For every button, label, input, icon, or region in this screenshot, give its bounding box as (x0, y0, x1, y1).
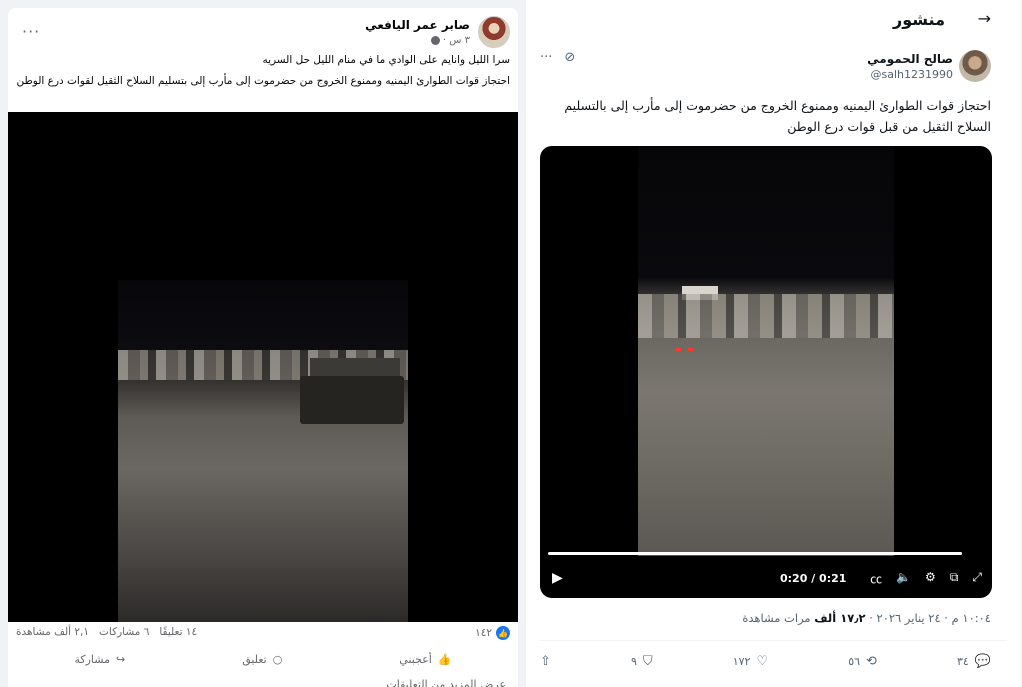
x-reply-button[interactable]: 💬 ٣٤ (957, 650, 991, 672)
fb-share-label: مشاركة (74, 652, 110, 666)
fb-reactions[interactable]: 👍 ١٤٢ (475, 626, 510, 640)
x-post-icons: ··· ⊘ (540, 50, 575, 65)
share-upload-icon: ⇧ (540, 653, 551, 669)
x-author-avatar[interactable] (959, 50, 991, 82)
share-arrow-icon: ↪ (116, 652, 126, 666)
fb-video-player[interactable]: 🔇 (8, 112, 518, 622)
x-video-control-icons: ㏄ 🔈 ⚙ ⧉ ⤢ (870, 570, 982, 587)
comment-bubble-icon: ○ (272, 652, 283, 666)
x-post-meta: ١٠:٠٤ م · ٢٤ يناير ٢٠٢٦ · ١٧٫٢ ألف مرات … (540, 611, 991, 625)
x-reply-count: ٣٤ (956, 654, 969, 668)
fb-post-text-line1: سرا الليل وانايم على الوادي ما في منام ا… (262, 54, 510, 66)
x-views-label: مرات مشاهدة (742, 611, 811, 625)
fb-more-comments-link[interactable]: عرض المزيد من التعليقات (386, 678, 506, 687)
fb-share-count[interactable]: ٦ مشاركات (99, 626, 149, 638)
x-repost-button[interactable]: ⟲ ٥٦ (848, 650, 877, 672)
fb-more-options-icon[interactable]: ··· (22, 22, 40, 41)
x-author-row: صالح الحمومي @salh1231990 ··· ⊘ (540, 50, 991, 86)
x-author-name[interactable]: صالح الحمومي (867, 52, 953, 66)
x-page-title: منشور (893, 10, 945, 29)
x-video-taillight (676, 348, 681, 351)
fb-like-button[interactable]: 👍 أعجبني (399, 648, 451, 670)
x-like-button[interactable]: ♡ ١٧٢ (733, 650, 768, 672)
x-author-handle[interactable]: @salh1231990 (871, 68, 954, 81)
globe-icon (430, 36, 440, 45)
x-post-text: احتجاز قوات الطوارئ اليمنيه وممنوع الخرو… (564, 98, 991, 134)
reply-bubble-icon: 💬 (974, 653, 991, 669)
x-top-bar: → منشور (526, 0, 1021, 42)
bookmark-icon: ⛉ (642, 653, 653, 669)
heart-icon: ♡ (756, 653, 769, 669)
fb-video-truck (300, 376, 404, 424)
x-video-progress-bar[interactable] (548, 552, 962, 555)
fb-like-label: أعجبني (399, 652, 432, 666)
like-reaction-icon: 👍 (496, 626, 510, 640)
grok-icon[interactable]: ⊘ (564, 50, 575, 65)
divider (540, 640, 1007, 641)
x-repost-count: ٥٦ (848, 654, 861, 668)
fb-share-button[interactable]: ↪ مشاركة (74, 648, 125, 670)
fullscreen-icon[interactable]: ⤢ (972, 570, 982, 587)
back-arrow-icon[interactable]: → (978, 9, 991, 28)
x-post-panel: → منشور صالح الحمومي @salh1231990 ··· ⊘ … (526, 0, 1022, 687)
repost-icon: ⟲ (866, 653, 877, 669)
x-video-frame (638, 146, 894, 556)
fb-author-name[interactable]: صابر عمر اليافعي (365, 18, 470, 32)
x-video-vehicles (638, 294, 894, 338)
screen: صابر عمر اليافعي ٣ س · ··· سرا الليل وان… (0, 0, 1022, 687)
x-action-bar: 💬 ٣٤ ⟲ ٥٦ ♡ ١٧٢ ⛉ ٩ ⇧ (540, 650, 991, 672)
x-video-player[interactable]: ▶ 0:20 / 0:21 ㏄ 🔈 ⚙ ⧉ ⤢ (540, 146, 992, 598)
fb-comment-count[interactable]: ١٤ تعليقًا (159, 626, 197, 638)
x-post-timestamp[interactable]: ١٠:٠٤ م · ٢٤ يناير ٢٠٢٦ · (869, 611, 991, 625)
x-views-count: ١٧٫٢ ألف (814, 611, 866, 625)
fb-author-avatar[interactable] (478, 16, 510, 48)
x-video-time: 0:20 / 0:21 (780, 572, 847, 585)
settings-gear-icon[interactable]: ⚙ (925, 570, 936, 587)
fb-comment-button[interactable]: ○ تعليق (242, 648, 282, 670)
fb-comment-label: تعليق (242, 652, 267, 666)
fb-counts: ١٤ تعليقًا ٦ مشاركات ٢,١ ألف مشاهدة (16, 626, 197, 638)
fb-like-count: ١٤٢ (475, 627, 492, 639)
fb-post-text-line2: احتجاز قوات الطوارئ اليمنيه وممنوع الخرو… (16, 75, 510, 87)
fb-post-header: صابر عمر اليافعي ٣ س · ··· (16, 14, 510, 56)
fb-view-count: ٢,١ ألف مشاهدة (16, 626, 90, 638)
fb-post-time[interactable]: ٣ س · (430, 35, 470, 46)
fb-time-label: ٣ س · (442, 35, 470, 46)
fb-action-bar: 👍 أعجبني ○ تعليق ↪ مشاركة (16, 648, 510, 670)
fb-video-frame (118, 280, 408, 622)
x-bookmark-button[interactable]: ⛉ ٩ (631, 650, 653, 672)
picture-in-picture-icon[interactable]: ⧉ (950, 570, 959, 587)
captions-icon[interactable]: ㏄ (870, 570, 882, 587)
x-share-button[interactable]: ⇧ (540, 650, 551, 672)
play-icon[interactable]: ▶ (552, 570, 563, 586)
x-video-taillight (688, 348, 693, 351)
more-options-icon[interactable]: ··· (540, 50, 552, 65)
volume-icon[interactable]: 🔈 (896, 570, 911, 587)
fb-engagement-stats: 👍 ١٤٢ ١٤ تعليقًا ٦ مشاركات ٢,١ ألف مشاهد… (16, 626, 510, 644)
x-like-count: ١٧٢ (732, 654, 751, 668)
x-video-controls: ▶ 0:20 / 0:21 ㏄ 🔈 ⚙ ⧉ ⤢ (540, 566, 992, 592)
thumbs-up-icon: 👍 (437, 652, 452, 666)
facebook-post-card: صابر عمر اليافعي ٣ س · ··· سرا الليل وان… (8, 8, 518, 687)
x-bookmark-count: ٩ (630, 654, 637, 668)
